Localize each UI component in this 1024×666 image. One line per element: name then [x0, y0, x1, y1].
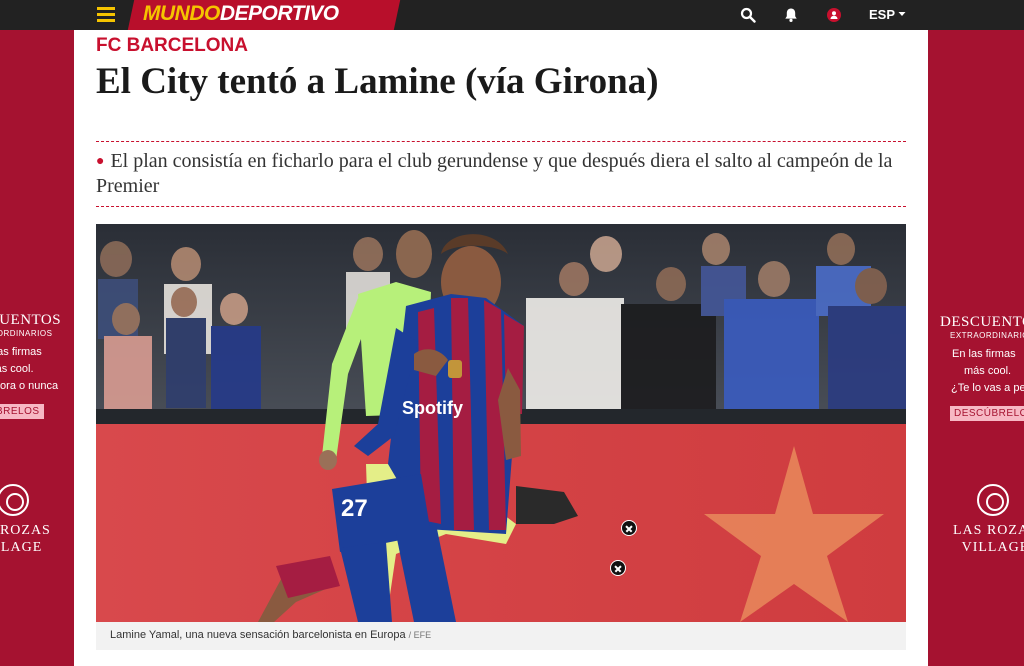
photo-illustration: Spotify 27 — [96, 224, 906, 622]
ad-subtitle: EXTRAORDINARIOS — [0, 329, 53, 338]
ad-line-2: más cool. — [0, 363, 34, 375]
right-side-advertisement[interactable]: DESCUENTOS EXTRAORDINARIOS En las firmas… — [928, 30, 1024, 666]
close-icon[interactable] — [621, 520, 637, 536]
ad-line-3: ¿Te lo vas a perder? Ahora o nunca — [0, 380, 59, 392]
photo-credit: / EFE — [408, 630, 432, 640]
top-navigation-bar: MUNDODEPORTIVO ESP — [0, 0, 1024, 30]
ad-brand-line-2: VILLAGE — [0, 540, 43, 555]
article-headline: El City tentó a Lamine (vía Girona) — [96, 61, 659, 102]
ad-discover-button[interactable]: DESCÚBRELOS — [0, 404, 44, 419]
ad-subtitle: EXTRAORDINARIOS — [950, 331, 1024, 340]
ad-copy: DESCUENTOS EXTRAORDINARIOS En las firmas… — [0, 312, 74, 419]
close-icon[interactable] — [610, 560, 626, 576]
ad-line-1: En las firmas — [0, 346, 42, 358]
article-summary: ● El plan consistía en ficharlo para el c… — [96, 149, 906, 199]
caption-text: Lamine Yamal, una nueva sensación barcel… — [110, 629, 406, 641]
ad-text: En las firmas más cool. ¿Te lo vas a per… — [940, 346, 1024, 397]
article-photo[interactable]: Spotify 27 — [96, 224, 906, 622]
ad-brand-line-1: LAS ROZAS — [0, 523, 51, 538]
logo-part-2: DEPORTIVO — [219, 2, 339, 25]
ad-line-3: ¿Te lo vas a perder? — [951, 382, 1024, 394]
search-icon[interactable] — [739, 6, 757, 24]
jersey-number: 27 — [341, 495, 368, 522]
jersey-sponsor: Spotify — [402, 398, 463, 418]
bell-icon[interactable] — [782, 6, 800, 24]
language-selector[interactable]: ESP — [869, 7, 906, 22]
ad-copy: DESCUENTOS EXTRAORDINARIOS En las firmas… — [940, 314, 1024, 421]
section-kicker[interactable]: FC BARCELONA — [96, 35, 248, 57]
left-side-advertisement[interactable]: DESCUENTOS EXTRAORDINARIOS En las firmas… — [0, 30, 74, 666]
divider — [96, 206, 906, 207]
ad-text: En las firmas más cool. ¿Te lo vas a per… — [0, 344, 74, 395]
summary-text: El plan consistía en ficharlo para el cl… — [96, 150, 893, 197]
ad-brand-line-2: VILLAGE — [961, 540, 1024, 555]
chevron-down-icon — [898, 12, 906, 16]
ad-brand: LAS ROZAS VILLAGE — [0, 522, 51, 556]
language-label: ESP — [869, 7, 895, 22]
ad-brand: LAS ROZAS VILLAGE — [953, 522, 1024, 556]
divider — [96, 141, 906, 142]
menu-icon[interactable] — [97, 5, 117, 23]
ad-emblem-icon — [977, 484, 1009, 516]
photo-caption: Lamine Yamal, una nueva sensación barcel… — [110, 629, 431, 641]
ad-title: DESCUENTOS — [0, 312, 62, 328]
ad-emblem-icon — [0, 484, 29, 516]
site-logo[interactable]: MUNDODEPORTIVO — [143, 2, 339, 26]
ad-discover-button[interactable]: DESCÚBRELOS — [950, 406, 1024, 421]
ad-line-2: más cool. — [964, 365, 1012, 377]
ad-line-1: En las firmas — [952, 348, 1016, 360]
user-icon[interactable] — [825, 6, 843, 24]
logo-part-1: MUNDO — [143, 2, 220, 25]
bullet-icon: ● — [96, 154, 105, 169]
ad-title: DESCUENTOS — [940, 314, 1024, 330]
ad-brand-line-1: LAS ROZAS — [953, 523, 1024, 538]
